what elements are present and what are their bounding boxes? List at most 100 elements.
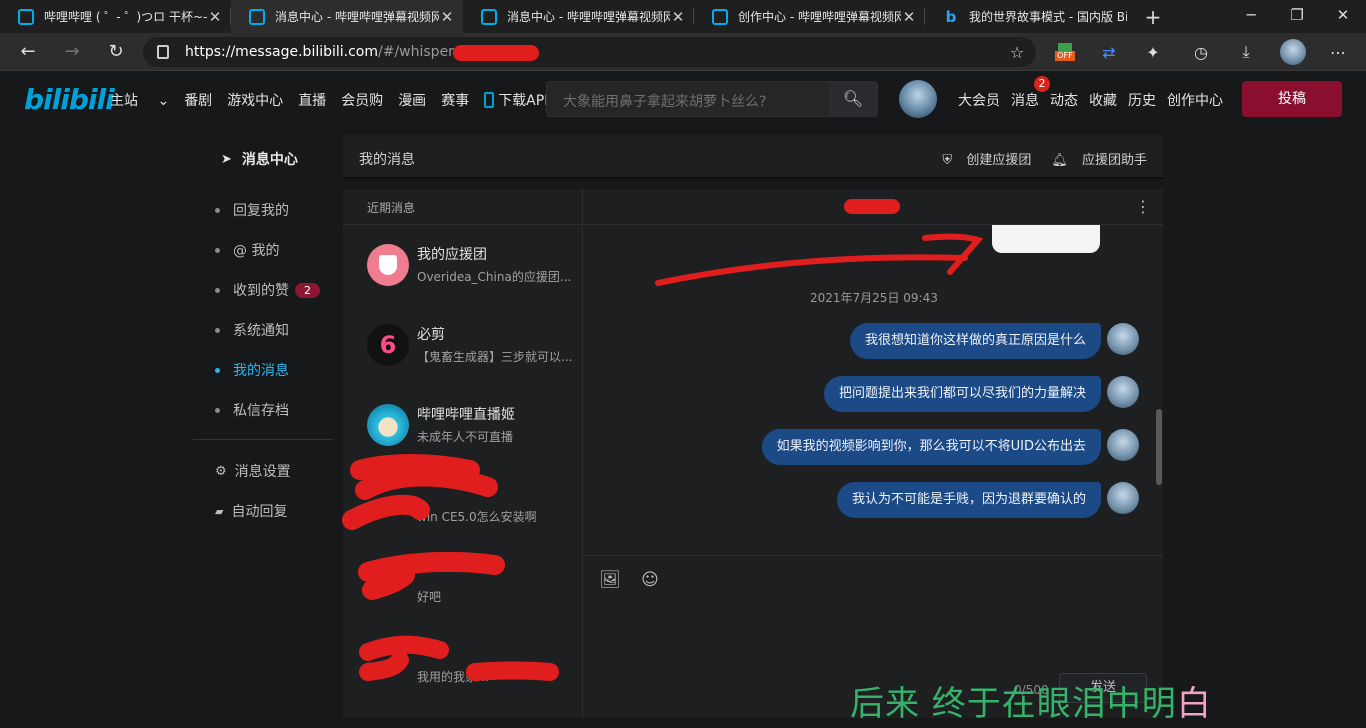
- nav-history[interactable]: 历史: [1128, 90, 1156, 110]
- nav-item[interactable]: 番剧: [184, 90, 212, 110]
- history-icon[interactable]: ◷: [1190, 41, 1212, 63]
- nav-creator-center[interactable]: 创作中心: [1167, 90, 1223, 110]
- close-icon[interactable]: ✕: [670, 8, 686, 26]
- conversation-item[interactable]: 哔哩哔哩直播姬 未成年人不可直播: [367, 404, 577, 454]
- conversation-list: 近期消息 我的应援团 Overidea_China的应援团... 6 必剪 【鬼…: [343, 189, 583, 718]
- sync-icon[interactable]: ⇄: [1098, 41, 1120, 63]
- message-count-badge: 2: [1034, 76, 1050, 92]
- avatar: 6: [367, 324, 409, 366]
- search-box[interactable]: 大象能用鼻子拿起来胡萝卜丝么? 🔍︎: [546, 81, 878, 117]
- sidebar-divider: [193, 439, 333, 440]
- bilibili-tv-icon: [18, 8, 34, 25]
- close-icon[interactable]: ✕: [207, 8, 223, 26]
- nav-right: 大会员 消息 动态 收藏 历史 创作中心: [958, 90, 1234, 110]
- image-message[interactable]: [992, 225, 1100, 253]
- new-tab-icon[interactable]: +: [1141, 0, 1165, 33]
- phone-icon: [484, 92, 495, 108]
- browser-tab[interactable]: 创作中心 - 哔哩哔哩弹幕视频网 ✕: [694, 0, 925, 33]
- list-header: 近期消息: [367, 201, 416, 215]
- url-bar[interactable]: https://message.bilibili.com/#/whisper/m…: [143, 37, 1036, 67]
- sidebar-item-likes[interactable]: 收到的赞 2: [215, 280, 320, 300]
- minimize-icon[interactable]: ─: [1228, 0, 1274, 33]
- conversation-item[interactable]: 6 必剪 【鬼畜生成器】三步就可以...: [367, 324, 577, 374]
- nav-left: 主站 ⌄ 番剧 游戏中心 直播 会员购 漫画 赛事 下载APP: [110, 90, 583, 110]
- avatar[interactable]: [1107, 482, 1139, 514]
- browser-tab[interactable]: 消息中心 - 哔哩哔哩弹幕视频网 ✕: [463, 0, 694, 33]
- sidebar-item-my-messages[interactable]: 我的消息: [215, 360, 289, 380]
- nav-favorites[interactable]: 收藏: [1089, 90, 1117, 110]
- sidebar-item-at[interactable]: @ 我的: [215, 240, 279, 260]
- conversation-item[interactable]: 好吧: [367, 564, 577, 614]
- sent-message: 把问题提出来我们都可以尽我们的力量解决: [823, 376, 1101, 412]
- window-controls: ─ ❐ ✕: [1228, 0, 1366, 33]
- browser-tab[interactable]: b 我的世界故事模式 - 国内版 Bing: [925, 0, 1135, 33]
- nav-item[interactable]: 漫画: [398, 90, 426, 110]
- bilibili-tv-icon: [481, 8, 497, 25]
- refresh-icon[interactable]: ↻: [104, 41, 128, 62]
- profile-avatar[interactable]: [1280, 39, 1306, 65]
- restore-icon[interactable]: ❐: [1274, 0, 1320, 33]
- avatar[interactable]: [1107, 429, 1139, 461]
- browser-tab[interactable]: 哔哩哔哩 ( ゜- ゜)つロ 干杯~-bili ✕: [0, 0, 231, 33]
- extension-off-icon[interactable]: OFF: [1054, 41, 1076, 63]
- download-icon[interactable]: ⤓: [1235, 41, 1257, 63]
- sent-message: 我很想知道你这样做的真正原因是什么: [849, 323, 1101, 359]
- nav-item[interactable]: 赛事: [441, 90, 469, 110]
- likes-badge: 2: [295, 282, 320, 298]
- gear-icon: ⚙: [215, 463, 227, 479]
- close-icon[interactable]: ✕: [901, 8, 917, 26]
- redaction-mark: [453, 45, 539, 61]
- conversation-item[interactable]: win CE5.0怎么安装啊: [367, 484, 577, 534]
- sidebar-item-auto-reply[interactable]: ▰ 自动回复: [215, 501, 287, 521]
- search-input[interactable]: 大象能用鼻子拿起来胡萝卜丝么?: [563, 91, 766, 111]
- create-group-link[interactable]: ⛨ 创建应援团: [932, 149, 1031, 168]
- nav-item[interactable]: 直播: [298, 90, 326, 110]
- messages-top-bar: 我的消息 ⛨ 创建应援团 🔔︎ 应援团助手: [343, 135, 1163, 179]
- bilibili-logo[interactable]: bilibili: [24, 83, 115, 116]
- paper-plane-icon: ➤: [221, 151, 232, 167]
- upload-button[interactable]: 投稿: [1242, 81, 1342, 117]
- bilibili-tv-icon: [249, 8, 265, 25]
- forward-icon[interactable]: →: [60, 41, 84, 62]
- avatar[interactable]: [1107, 376, 1139, 408]
- close-window-icon[interactable]: ✕: [1320, 0, 1366, 33]
- back-icon[interactable]: ←: [16, 41, 40, 62]
- user-avatar[interactable]: [899, 80, 937, 118]
- group-helper-link[interactable]: 🔔︎ 应援团助手: [1041, 149, 1147, 168]
- shield-icon: ⛨: [942, 153, 953, 168]
- video-caption: 后来 终于在眼泪中明白: [850, 684, 1212, 724]
- more-options-icon[interactable]: ⋮: [1135, 197, 1151, 216]
- emoji-tv-icon[interactable]: ☺: [638, 570, 662, 592]
- avatar: [367, 404, 409, 446]
- nav-item[interactable]: 游戏中心: [227, 90, 283, 110]
- nav-main-site[interactable]: 主站 ⌄: [110, 90, 169, 110]
- tab-title: 创作中心 - 哔哩哔哩弹幕视频网: [738, 10, 901, 24]
- avatar[interactable]: [1107, 323, 1139, 355]
- message-timestamp: 2021年7月25日 09:43: [810, 291, 938, 305]
- conversation-item[interactable]: 我的应援团 Overidea_China的应援团...: [367, 244, 577, 294]
- tab-title: 消息中心 - 哔哩哔哩弹幕视频网: [275, 10, 439, 24]
- tab-title: 消息中心 - 哔哩哔哩弹幕视频网: [507, 10, 670, 24]
- tab-title: 我的世界故事模式 - 国内版 Bing: [969, 10, 1127, 24]
- search-icon[interactable]: 🔍︎: [829, 82, 877, 116]
- sidebar-item-system[interactable]: 系统通知: [215, 320, 289, 340]
- nav-vip[interactable]: 大会员: [958, 90, 1000, 110]
- nav-dynamic[interactable]: 动态: [1050, 90, 1078, 110]
- favorite-star-icon[interactable]: ☆: [1006, 41, 1028, 63]
- more-icon[interactable]: ⋯: [1327, 41, 1349, 63]
- puzzle-extension-icon[interactable]: ✦: [1142, 41, 1164, 63]
- conversation-item[interactable]: 我用的我家…: [367, 644, 577, 694]
- chat-window: ⋮ 2021年7月25日 09:43 我很想知道你这样做的真正原因是什么 把问题…: [584, 189, 1163, 718]
- bilibili-tv-icon: [712, 8, 728, 25]
- sidebar-item-archive[interactable]: 私信存档: [215, 400, 289, 420]
- nav-messages[interactable]: 消息: [1011, 90, 1039, 110]
- sidebar-item-settings[interactable]: ⚙ 消息设置: [215, 461, 291, 481]
- browser-tab-active[interactable]: 消息中心 - 哔哩哔哩弹幕视频网 ✕: [231, 0, 463, 33]
- close-icon[interactable]: ✕: [439, 8, 455, 26]
- sent-message: 我认为不可能是手贱，因为退群要确认的: [836, 482, 1101, 518]
- sidebar-item-reply[interactable]: 回复我的: [215, 200, 289, 220]
- image-upload-icon[interactable]: 🖼︎: [598, 570, 622, 592]
- url-host: https://message.bilibili.com: [185, 44, 379, 60]
- chat-scrollbar[interactable]: [1156, 409, 1162, 485]
- nav-item[interactable]: 会员购: [341, 90, 383, 110]
